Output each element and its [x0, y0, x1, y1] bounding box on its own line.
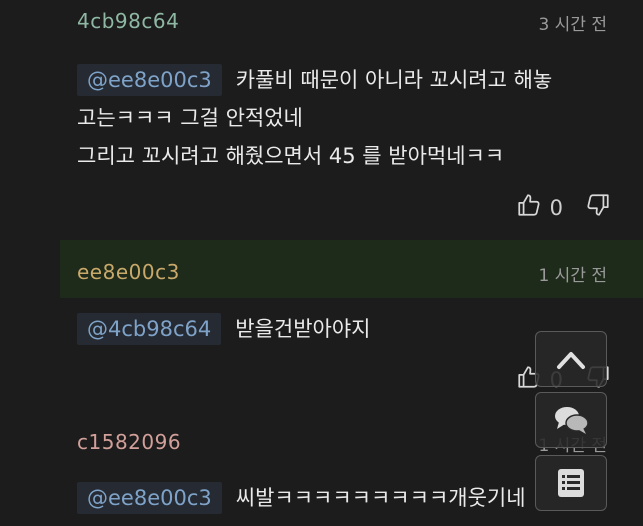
mention-tag[interactable]: @4cb98c64	[77, 313, 222, 345]
comment-timestamp: 1 시간 전	[538, 266, 607, 286]
like-count: 0	[549, 195, 563, 220]
reaction-bar: 0	[516, 192, 611, 223]
list-icon	[558, 469, 584, 497]
comment-header: ee8e00c3 1 시간 전	[60, 240, 643, 298]
comment-line: 고는ㅋㅋㅋ 그걸 안적었네	[77, 106, 303, 130]
thumbs-down-icon	[587, 194, 609, 216]
comment-timestamp: 3 시간 전	[538, 15, 607, 35]
comment-line: @ee8e00c3 카풀비 때문이 아니라 꼬시려고 해놓	[77, 61, 623, 99]
comment-item: 4cb98c64 3 시간 전 @ee8e00c3 카풀비 때문이 아니라 꼬시려…	[60, 0, 643, 240]
comment-author[interactable]: 4cb98c64	[77, 9, 179, 33]
comment-body: @ee8e00c3 카풀비 때문이 아니라 꼬시려고 해놓 고는ㅋㅋㅋ 그걸 안적…	[77, 61, 623, 175]
comment-text: 씨발ㅋㅋㅋㅋㅋㅋㅋㅋㅋ개웃기네	[235, 486, 526, 510]
list-button[interactable]	[535, 455, 607, 511]
chat-bubbles-icon	[555, 407, 589, 434]
comments-button[interactable]	[535, 392, 607, 448]
chevron-up-icon	[557, 352, 585, 369]
comment-line: 그리고 꼬시려고 해줬으면서 45 를 받아먹네ㅋㅋ	[77, 144, 505, 168]
mention-tag[interactable]: @ee8e00c3	[77, 64, 222, 96]
comment-thread: 4cb98c64 3 시간 전 @ee8e00c3 카풀비 때문이 아니라 꼬시려…	[0, 0, 643, 526]
comment-author[interactable]: c1582096	[77, 430, 181, 454]
comment-header: 4cb98c64 3 시간 전	[60, 0, 643, 58]
scroll-top-button[interactable]	[535, 331, 607, 387]
thumbs-up-icon	[518, 194, 540, 216]
comment-author[interactable]: ee8e00c3	[77, 260, 180, 284]
dislike-button[interactable]	[585, 192, 611, 223]
comment-text: 카풀비 때문이 아니라 꼬시려고 해놓	[235, 68, 553, 92]
mention-tag[interactable]: @ee8e00c3	[77, 482, 222, 514]
like-button[interactable]	[516, 192, 542, 223]
comment-text: 받을건받아야지	[235, 317, 371, 341]
